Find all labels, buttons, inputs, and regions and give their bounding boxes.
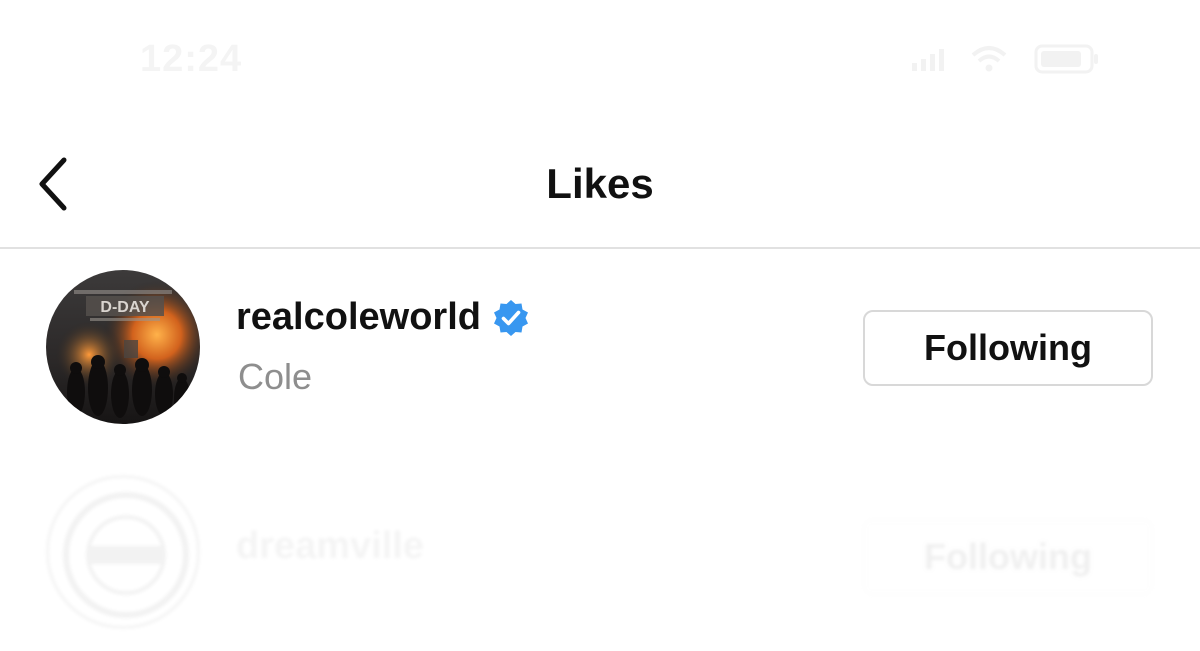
avatar-title-text: D-DAY <box>100 299 150 316</box>
page-title: Likes <box>546 160 654 207</box>
full-name: Cole <box>238 356 313 397</box>
username-line: realcoleworld <box>236 296 531 339</box>
avatar[interactable]: D-DAY <box>46 270 200 424</box>
username[interactable]: realcoleworld <box>236 296 481 339</box>
battery-icon <box>1034 44 1100 79</box>
nav-bar: Likes <box>0 120 1200 248</box>
header-divider <box>0 247 1200 249</box>
status-bar: 12:24 <box>0 0 1200 120</box>
list-item[interactable]: dreamville Following <box>0 455 1200 635</box>
verified-badge-icon <box>493 299 528 336</box>
following-button[interactable]: Following <box>863 310 1153 386</box>
username[interactable]: dreamville <box>236 525 424 568</box>
avatar[interactable] <box>46 475 200 629</box>
username-line: dreamville <box>236 525 424 568</box>
status-icons <box>910 44 1100 79</box>
signal-icon <box>910 47 944 76</box>
following-button[interactable]: Following <box>863 519 1153 595</box>
list-item[interactable]: D-DAY realcoleworld Cole Following <box>0 250 1200 430</box>
wifi-icon <box>970 45 1008 78</box>
status-time: 12:24 <box>140 38 243 80</box>
